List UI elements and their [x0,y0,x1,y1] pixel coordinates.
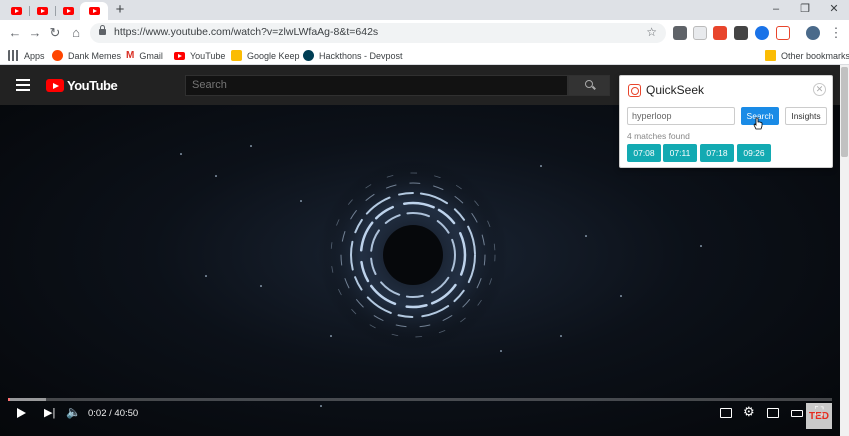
youtube-search-button[interactable] [568,75,610,96]
close-window-button[interactable]: ✕ [821,1,847,17]
quickseek-extension-icon[interactable] [713,26,727,40]
next-button[interactable]: ▶| [44,406,55,419]
browser-menu-icon[interactable]: ⋮ [827,24,845,42]
miniplayer-icon[interactable] [767,408,779,418]
youtube-icon [36,7,48,15]
reddit-icon [52,50,63,61]
bookmark-star-icon[interactable]: ☆ [646,25,657,39]
buffered-progress [8,398,46,401]
bookmark-label: Other bookmarks [781,50,849,61]
quickseek-popup: QuickSeek ✕ Search Insights 4 matches fo… [619,75,833,168]
lock-icon [99,25,106,35]
play-icon [17,408,26,418]
volume-icon: 🔈 [66,405,81,419]
video-progress-bar[interactable] [8,398,832,401]
bookmark-gmail[interactable]: M Gmail [126,49,163,62]
bookmark-youtube[interactable]: YouTube [174,49,225,62]
search-icon [585,80,593,88]
quickseek-insights-button[interactable]: Insights [785,107,827,125]
bookmark-label: Hackthons - Devpost [319,50,403,61]
youtube-icon [174,51,185,60]
next-icon: ▶| [44,407,56,419]
apps-grid-icon [8,50,19,61]
quickseek-search-input[interactable] [627,107,735,125]
minimize-button[interactable]: – [763,1,789,17]
youtube-icon [88,7,100,15]
keep-icon [231,50,242,61]
bookmarks-bar: Apps Dank Memes M Gmail YouTube Google K… [0,46,849,65]
timestamp-button[interactable]: 07:11 [663,144,697,162]
gear-icon: ⚙ [743,404,755,419]
hamburger-menu-icon[interactable] [16,79,30,91]
theater-mode-icon[interactable] [791,410,803,417]
bookmark-label: YouTube [190,50,226,61]
gmail-icon: M [126,50,135,61]
bookmark-label: Google Keep [247,50,300,61]
page-scrollbar[interactable] [840,65,849,436]
extension-icon-2[interactable] [693,26,707,40]
url-text[interactable]: https://www.youtube.com/watch?v=zlwLWfaA… [114,26,378,38]
bookmark-google-keep[interactable]: Google Keep [231,49,300,62]
extension-icon-5[interactable] [755,26,769,40]
other-bookmarks[interactable]: Other bookmarks [765,49,849,62]
bookmark-label: Gmail [139,50,163,61]
timestamp-button[interactable]: 09:26 [737,144,771,162]
bookmark-label: Dank Memes [68,50,122,61]
video-time: 0:02 / 40:50 [88,408,139,419]
close-icon[interactable]: ✕ [813,83,826,96]
fullscreen-button[interactable]: ⛶ [815,404,823,419]
maximize-button[interactable]: ❐ [792,1,818,17]
home-button[interactable]: ⌂ [67,24,85,42]
youtube-logo[interactable]: YouTube [46,78,118,93]
timestamp-button[interactable]: 07:18 [700,144,734,162]
play-button[interactable] [17,408,26,418]
quickseek-logo-icon [628,84,641,97]
browser-tab-4-active[interactable] [80,2,108,20]
match-count: 4 matches found [627,131,690,141]
reload-button[interactable]: ↻ [46,24,64,42]
scrollbar-thumb[interactable] [841,67,848,157]
back-button[interactable]: ← [6,24,24,42]
timestamp-button[interactable]: 07:08 [627,144,661,162]
extension-icon-1[interactable] [673,26,687,40]
youtube-search-box[interactable] [185,75,568,96]
forward-button[interactable]: → [26,24,44,42]
youtube-logo-text: YouTube [67,78,118,93]
folder-icon [765,50,776,61]
bookmark-apps[interactable]: Apps [8,49,45,62]
settings-button[interactable]: ⚙ [743,404,755,420]
youtube-icon [62,7,74,15]
volume-button[interactable]: 🔈 [66,405,81,419]
bookmark-label: Apps [24,50,45,61]
extension-icon-4[interactable] [734,26,748,40]
browser-tab-1[interactable] [4,2,28,20]
browser-toolbar: ← → ↻ ⌂ https://www.youtube.com/watch?v=… [0,20,849,46]
browser-tab-2[interactable] [30,2,54,20]
bookmark-devpost[interactable]: Hackthons - Devpost [303,49,403,62]
devpost-icon [303,50,314,61]
extension-icon-6[interactable] [776,26,790,40]
profile-avatar[interactable] [806,26,820,40]
youtube-play-logo-icon [46,79,64,92]
new-tab-button[interactable]: + [112,2,128,18]
browser-tab-3[interactable] [56,2,80,20]
youtube-search-input[interactable] [192,79,552,91]
bookmark-dank-memes[interactable]: Dank Memes [52,49,121,62]
fullscreen-icon: ⛶ [815,404,824,418]
hand-cursor-icon [753,117,763,130]
address-bar[interactable]: https://www.youtube.com/watch?v=zlwLWfaA… [90,23,666,43]
tab-strip: + – ❐ ✕ [0,0,849,20]
subtitles-icon[interactable] [720,408,732,418]
youtube-icon [10,7,22,15]
quickseek-title: QuickSeek [646,83,705,97]
